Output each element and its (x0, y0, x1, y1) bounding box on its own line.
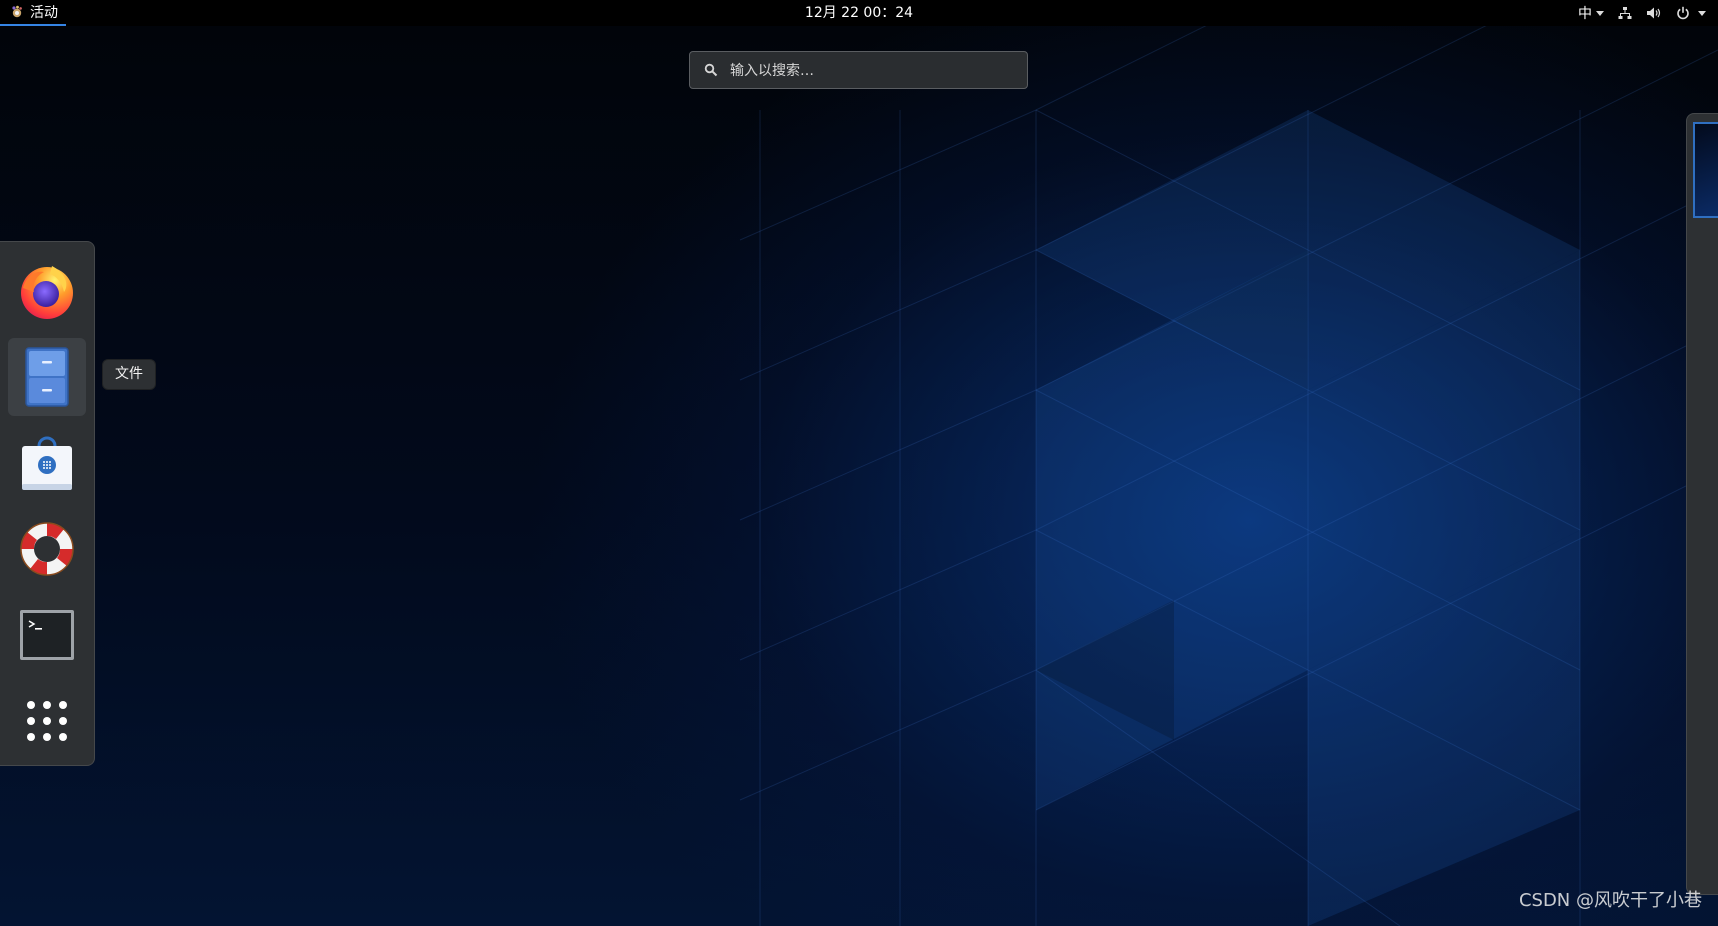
search-placeholder: 输入以搜索… (730, 63, 814, 79)
dash-item-help[interactable] (8, 510, 86, 588)
chevron-down-icon (1698, 10, 1706, 16)
dash-item-software[interactable] (8, 424, 86, 502)
workspace-switcher (1686, 113, 1718, 895)
gnome-foot-icon (12, 5, 22, 18)
system-tray: 中 (1578, 0, 1706, 26)
dash-tooltip: 文件 (102, 359, 156, 390)
search-input[interactable]: 输入以搜索… (689, 51, 1028, 89)
clock-container: 12月 22 00：24 (0, 0, 1718, 26)
show-applications-button[interactable] (8, 682, 86, 760)
wallpaper-pattern (739, 0, 1718, 926)
shopping-bag-icon (22, 436, 72, 490)
input-method-button[interactable]: 中 (1578, 3, 1604, 23)
dash-item-files[interactable] (8, 338, 86, 416)
input-method-label: 中 (1578, 6, 1592, 22)
grid-dots-icon (27, 701, 67, 741)
chevron-down-icon (1596, 10, 1604, 16)
dash (0, 241, 95, 766)
terminal-icon (20, 610, 74, 660)
top-bar: 活动 12月 22 00：24 中 (0, 0, 1718, 26)
lifebuoy-icon (20, 522, 74, 576)
system-menu-button[interactable] (1618, 6, 1706, 20)
power-icon (1677, 6, 1689, 20)
dash-item-terminal[interactable] (8, 596, 86, 674)
desktop-wallpaper (0, 0, 1718, 926)
network-wired-icon (1618, 7, 1632, 19)
clock-button[interactable]: 12月 22 00：24 (805, 5, 913, 21)
activities-label: 活动 (30, 5, 58, 21)
firefox-icon (21, 266, 73, 319)
activities-button[interactable]: 活动 (0, 0, 66, 26)
file-cabinet-icon (25, 347, 69, 407)
dash-item-firefox[interactable] (8, 252, 86, 330)
search-icon (704, 63, 718, 77)
watermark-text: CSDN @风吹干了小巷 (1518, 890, 1702, 911)
workspace-thumbnail[interactable] (1693, 122, 1718, 218)
volume-icon (1647, 7, 1661, 19)
